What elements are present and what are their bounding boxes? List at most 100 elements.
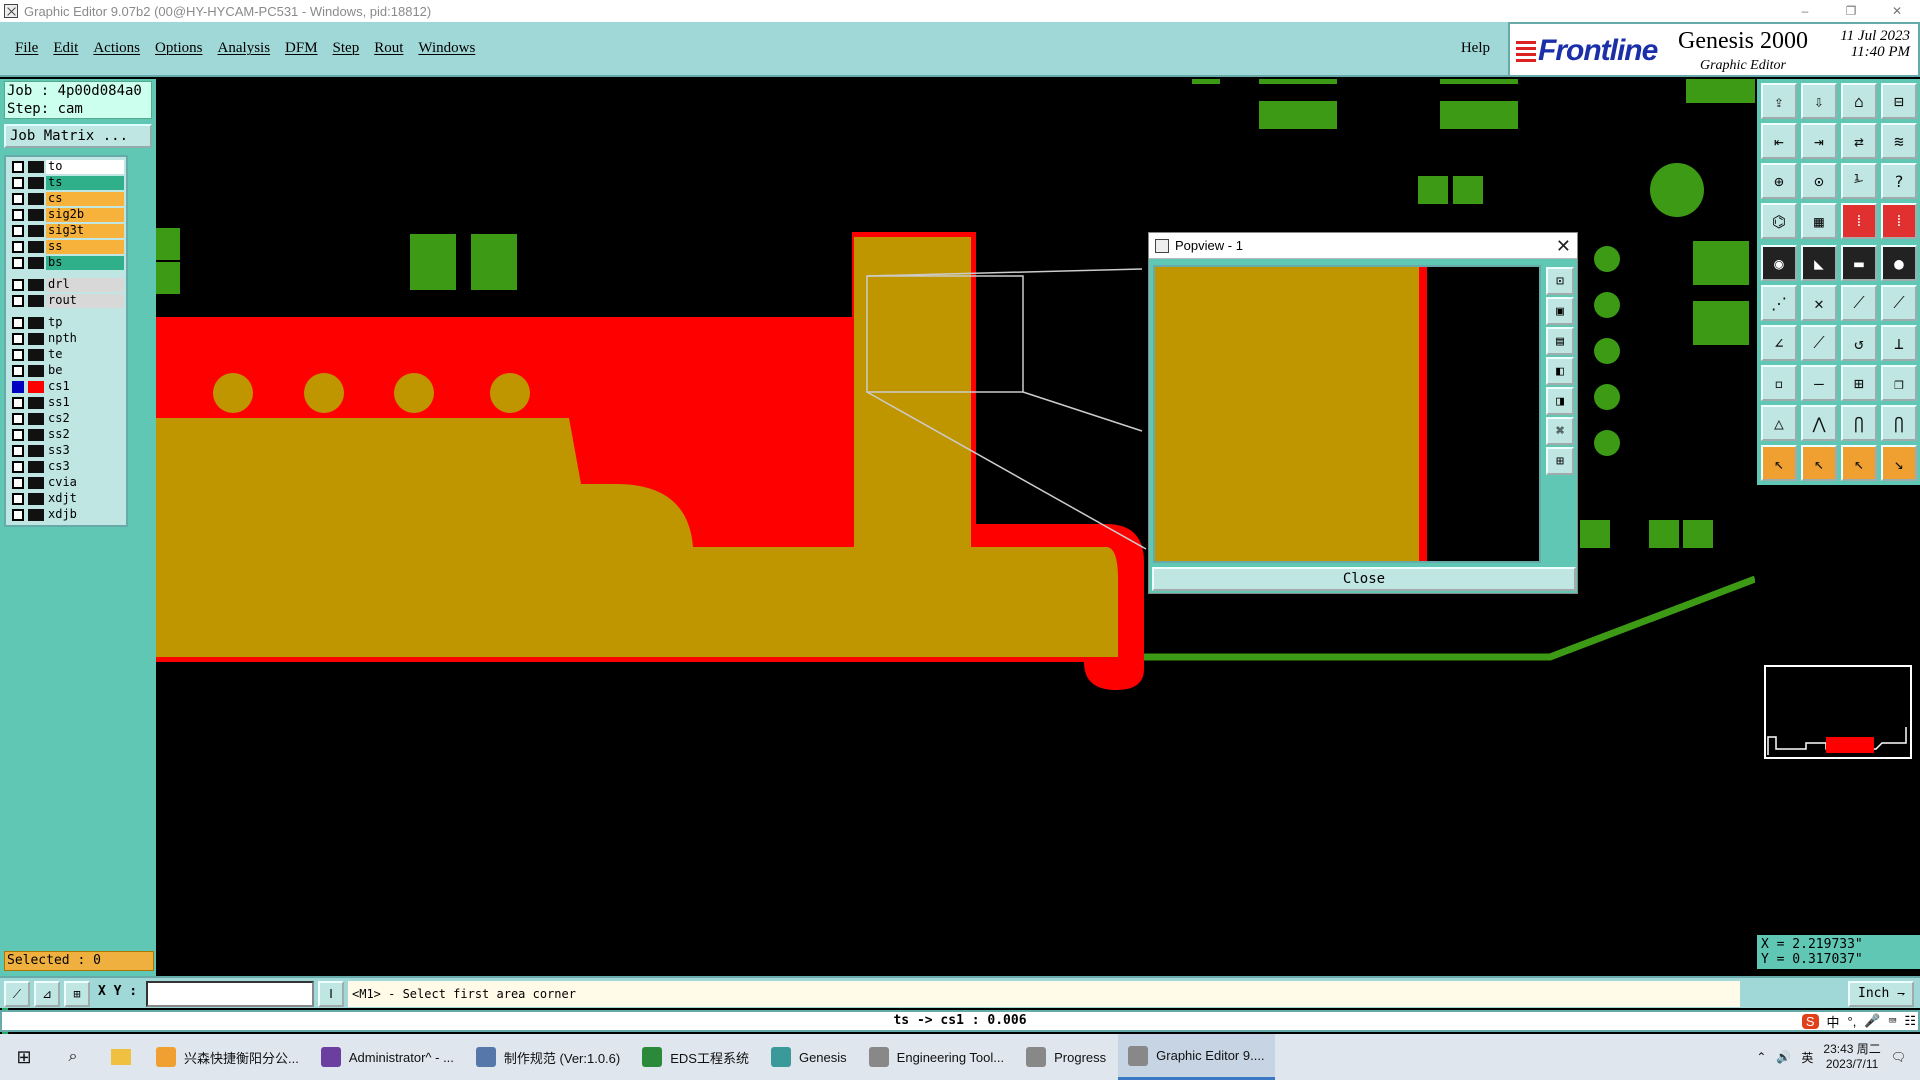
- layer-color-swatch[interactable]: [28, 429, 44, 441]
- taskbar-app[interactable]: 兴森快捷衡阳分公...: [146, 1034, 309, 1080]
- layer-checkbox[interactable]: [12, 193, 24, 205]
- measure-mode-icon[interactable]: ⊿: [34, 981, 60, 1007]
- popview-close-button[interactable]: Close: [1152, 567, 1576, 591]
- ime-settings-icon[interactable]: ☷: [1904, 1014, 1916, 1029]
- layer-color-swatch[interactable]: [28, 317, 44, 329]
- layer-color-swatch[interactable]: [28, 381, 44, 393]
- query-icon[interactable]: ?: [1881, 163, 1917, 199]
- search-icon[interactable]: ⌕: [50, 1034, 96, 1080]
- taskbar-app[interactable]: Engineering Tool...: [859, 1034, 1014, 1080]
- layer-checkbox[interactable]: [12, 317, 24, 329]
- sogou-icon[interactable]: S: [1801, 1013, 1819, 1029]
- unit-selector[interactable]: Inch ⇁: [1848, 981, 1914, 1007]
- layer-row-xdjt[interactable]: xdjt: [8, 491, 124, 507]
- layer-name[interactable]: bs: [46, 256, 124, 270]
- layer-checkbox[interactable]: [12, 333, 24, 345]
- close-window-button[interactable]: ✕: [1874, 0, 1920, 22]
- layer-row-to[interactable]: to: [8, 159, 124, 175]
- redraw-icon[interactable]: ≋: [1881, 123, 1917, 159]
- pop-zoom-out-icon[interactable]: ▤: [1546, 327, 1574, 355]
- ruler-icon[interactable]: ▬: [1841, 245, 1877, 281]
- layer-name[interactable]: ss1: [46, 396, 124, 410]
- layer-color-swatch[interactable]: [28, 161, 44, 173]
- grid-icon[interactable]: ▦: [1801, 203, 1837, 239]
- layer-color-swatch[interactable]: [28, 509, 44, 521]
- menu-step[interactable]: Step: [333, 40, 360, 57]
- menu-edit[interactable]: Edit: [53, 40, 78, 57]
- layer-row-tp[interactable]: tp: [8, 315, 124, 331]
- layer-checkbox[interactable]: [12, 295, 24, 307]
- layer-checkbox[interactable]: [12, 209, 24, 221]
- layer-row-be[interactable]: be: [8, 363, 124, 379]
- layer-name[interactable]: be: [46, 364, 124, 378]
- pan-right-icon[interactable]: ⇥: [1801, 123, 1837, 159]
- select3-icon[interactable]: ↖: [1841, 445, 1877, 481]
- pop-pan-right-icon[interactable]: ◨: [1546, 387, 1574, 415]
- minimize-button[interactable]: –: [1782, 0, 1828, 22]
- layer-name[interactable]: cs2: [46, 412, 124, 426]
- layer-color-swatch[interactable]: [28, 295, 44, 307]
- layer-checkbox[interactable]: [12, 461, 24, 473]
- file-explorer-icon[interactable]: [98, 1034, 144, 1080]
- layer-color-swatch[interactable]: [28, 461, 44, 473]
- layer-row-ss2[interactable]: ss2: [8, 427, 124, 443]
- dot-icon[interactable]: ●: [1881, 245, 1917, 281]
- start-button[interactable]: ⊞: [0, 1034, 48, 1080]
- pop-zoom-fit-icon[interactable]: ⊡: [1546, 267, 1574, 295]
- node2-icon[interactable]: ⟋: [1881, 285, 1917, 321]
- menu-windows[interactable]: Windows: [418, 40, 475, 57]
- peak-icon[interactable]: ⋀: [1801, 405, 1837, 441]
- layer-color-swatch[interactable]: [28, 445, 44, 457]
- notification-icon[interactable]: 🗨: [1891, 1050, 1906, 1064]
- resize-icon[interactable]: ⊞: [1841, 365, 1877, 401]
- layer-row-ss3[interactable]: ss3: [8, 443, 124, 459]
- split-view-icon[interactable]: ⊟: [1881, 83, 1917, 119]
- line-red-icon[interactable]: ◣: [1801, 245, 1837, 281]
- select2-icon[interactable]: ↖: [1801, 445, 1837, 481]
- line-diag-icon[interactable]: ⟋: [1801, 325, 1837, 361]
- layer-color-swatch[interactable]: [28, 279, 44, 291]
- layer-color-swatch[interactable]: [28, 477, 44, 489]
- zoom-fit-icon[interactable]: ⊕: [1761, 163, 1797, 199]
- net-icon[interactable]: ⋰: [1761, 285, 1797, 321]
- layer-row-sig3t[interactable]: sig3t: [8, 223, 124, 239]
- layer-row-ts[interactable]: ts: [8, 175, 124, 191]
- layer-color-swatch[interactable]: [28, 493, 44, 505]
- arch2-icon[interactable]: ⋂: [1881, 405, 1917, 441]
- tray-lang[interactable]: 英: [1801, 1049, 1813, 1066]
- mic-icon[interactable]: 🎤: [1864, 1014, 1880, 1029]
- layer-checkbox[interactable]: [12, 509, 24, 521]
- layer-checkbox[interactable]: [12, 177, 24, 189]
- ime-punct[interactable]: °,: [1848, 1014, 1857, 1029]
- layer-name[interactable]: drl: [46, 278, 124, 292]
- layer-name[interactable]: rout: [46, 294, 124, 308]
- pop-zoom-in-icon[interactable]: ▣: [1546, 297, 1574, 325]
- layer-checkbox[interactable]: [12, 225, 24, 237]
- xy-input[interactable]: [146, 981, 314, 1007]
- layer-color-swatch[interactable]: [28, 397, 44, 409]
- taskbar-app[interactable]: 制作规范 (Ver:1.0.6): [466, 1034, 630, 1080]
- taskbar-app[interactable]: Genesis: [761, 1034, 857, 1080]
- layer-name[interactable]: sig3t: [46, 224, 124, 238]
- layer-name[interactable]: te: [46, 348, 124, 362]
- layer-name[interactable]: cs3: [46, 460, 124, 474]
- pop-zoom-area-icon[interactable]: ⊞: [1546, 447, 1574, 475]
- taskbar-app[interactable]: Graphic Editor 9....: [1118, 1034, 1275, 1080]
- layer-row-xdjb[interactable]: xdjb: [8, 507, 124, 523]
- layer-name[interactable]: cvia: [46, 476, 124, 490]
- layer-checkbox[interactable]: [12, 381, 24, 393]
- layer-row-cs1[interactable]: cs1: [8, 379, 124, 395]
- layer-name[interactable]: tp: [46, 316, 124, 330]
- home-view-icon[interactable]: ⌂: [1841, 83, 1877, 119]
- restore-button[interactable]: ❐: [1828, 0, 1874, 22]
- layer-color-swatch[interactable]: [28, 333, 44, 345]
- popview-canvas[interactable]: [1153, 265, 1541, 563]
- pop-zoom-home-icon[interactable]: ⌘: [1546, 417, 1574, 445]
- layer-color-swatch[interactable]: [28, 365, 44, 377]
- swap-icon[interactable]: ⇄: [1841, 123, 1877, 159]
- layer-row-cs[interactable]: cs: [8, 191, 124, 207]
- ime-lang[interactable]: 中: [1827, 1012, 1840, 1031]
- menu-rout[interactable]: Rout: [374, 40, 403, 57]
- cross-icon[interactable]: ✕: [1801, 285, 1837, 321]
- layer-color-swatch[interactable]: [28, 349, 44, 361]
